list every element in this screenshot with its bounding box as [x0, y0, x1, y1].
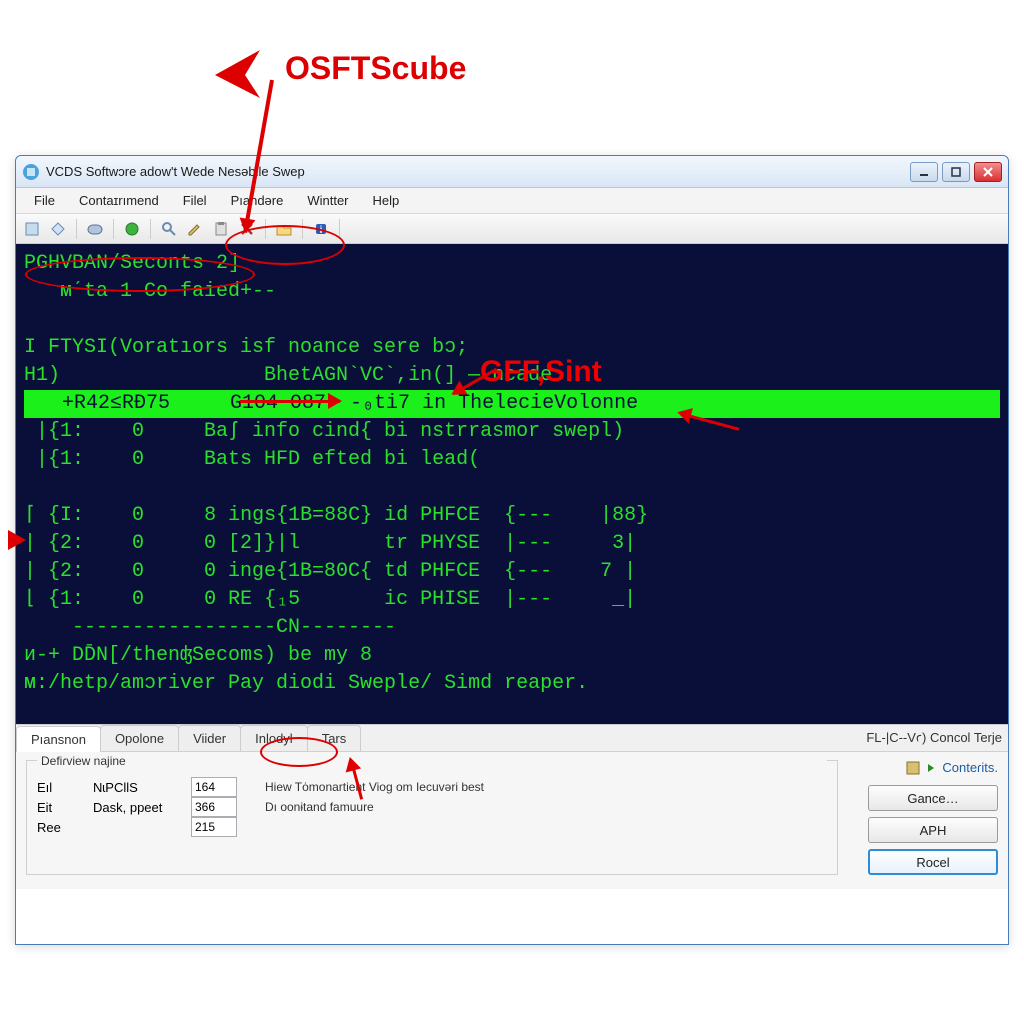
tool-icon-2[interactable]: [48, 219, 68, 239]
annotation-osftscube: OSFTScube: [280, 50, 466, 87]
form-row-2: Eit Dask, ppeet Dı oonɨtand famuure: [37, 797, 827, 817]
row2-label: Eit: [37, 800, 85, 815]
contents-link[interactable]: Conteɾits.: [906, 760, 998, 775]
row3-input[interactable]: [191, 817, 237, 837]
fieldset-legend: Defiɾview najine: [37, 754, 827, 768]
rocel-button[interactable]: Rocel: [868, 849, 998, 875]
tool-icon-1[interactable]: [22, 219, 42, 239]
terminal-output[interactable]: PGHVBAN/Seconts 2] ᴍˊta 1 Co faied+-- I …: [16, 244, 1008, 724]
side-button-column: Conteɾits. Gance… APH Rocel: [858, 760, 998, 875]
toolbar-separator: [113, 219, 114, 239]
row2-input[interactable]: [191, 797, 237, 817]
gance-button[interactable]: Gance…: [868, 785, 998, 811]
aph-button[interactable]: APH: [868, 817, 998, 843]
annotation-circle-terminal-top: [25, 257, 255, 292]
globe-icon[interactable]: [122, 219, 142, 239]
annotation-circle-toolbar: [225, 225, 345, 265]
app-icon: [22, 163, 40, 181]
form-row-1: Eıl NɩPCllS Hiew Tȯmonartient Viog om Ie…: [37, 777, 827, 797]
close-button[interactable]: [974, 162, 1002, 182]
titlebar[interactable]: VCDS Softwɔre adow't Wede Nesəbile Swep: [16, 156, 1008, 188]
menu-file[interactable]: File: [24, 191, 65, 210]
definition-fieldset: Defiɾview najine Eıl NɩPCllS Hiew Tȯmona…: [26, 760, 838, 875]
toolbar-separator: [150, 219, 151, 239]
window-title: VCDS Softwɔre adow't Wede Nesəbile Swep: [46, 164, 910, 179]
edit-icon[interactable]: [185, 219, 205, 239]
disk-icon[interactable]: [85, 219, 105, 239]
search-icon[interactable]: [159, 219, 179, 239]
annotation-gff-sint: GFF,Sint: [480, 355, 602, 389]
toolbar-separator: [76, 219, 77, 239]
annotation-circle-tab: [260, 737, 338, 767]
row1-label: Eıl: [37, 780, 85, 795]
form-row-3: Ree: [37, 817, 827, 837]
row1-label2: NɩPCllS: [93, 780, 183, 795]
chevron-right-icon: [926, 762, 938, 774]
row2-note: Dı oonɨtand famuure: [265, 800, 374, 814]
tabs-row: Pıansnon Opolone Viider Inlodyl Tars FL-…: [16, 725, 1008, 752]
tab-viider[interactable]: Viider: [178, 725, 241, 751]
tab-opolone[interactable]: Opolone: [100, 725, 179, 751]
tabs-right-label: FL-|C--Vꜥ) Concol Terje: [866, 730, 1008, 746]
annotation-arrow-right-1: [240, 400, 340, 403]
row2-label2: Dask, ppeet: [93, 800, 183, 815]
menu-help[interactable]: Help: [363, 191, 410, 210]
row3-label: Ree: [37, 820, 85, 835]
menu-wintter[interactable]: Wintter: [297, 191, 358, 210]
terminal-highlighted-line[interactable]: +R42≤RĐ75 G104 087 -₀ti7 in ThelecieVolo…: [24, 390, 1000, 418]
menubar: File Contaɪrımend Filel Pıandǝre Wintter…: [16, 188, 1008, 214]
row1-note: Hiew Tȯmonartient Viog om Iecuvəri best: [265, 780, 484, 794]
menu-containmend[interactable]: Contaɪrımend: [69, 191, 169, 210]
tab-pransnon[interactable]: Pıansnon: [16, 726, 101, 752]
row1-input[interactable]: [191, 777, 237, 797]
save-icon: [906, 761, 922, 775]
menu-pandare[interactable]: Pıandǝre: [221, 191, 294, 210]
bottom-panel: Pıansnon Opolone Viider Inlodyl Tars FL-…: [16, 724, 1008, 889]
minimize-button[interactable]: [910, 162, 938, 182]
paste-icon[interactable]: [211, 219, 231, 239]
menu-filel[interactable]: Filel: [173, 191, 217, 210]
toolbar: i: [16, 214, 1008, 244]
maximize-button[interactable]: [942, 162, 970, 182]
